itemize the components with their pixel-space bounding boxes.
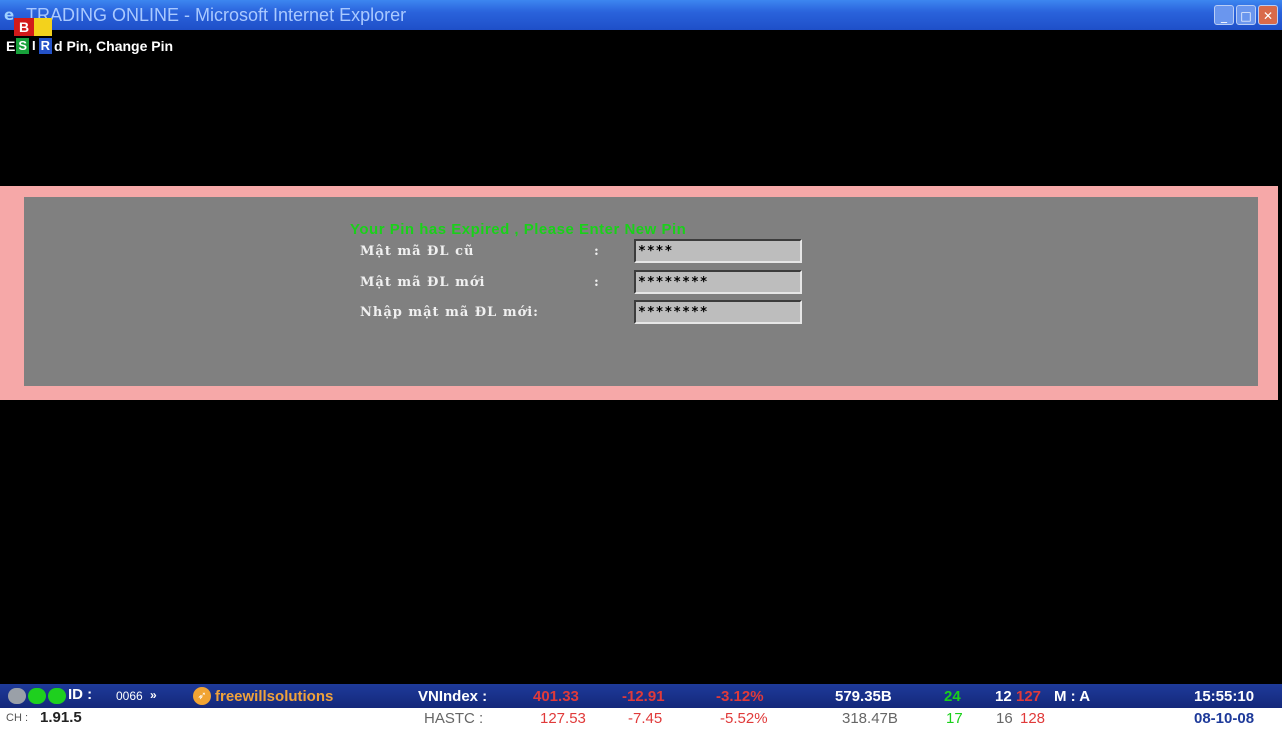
menu-bar: E S I R d Pin, Change Pin [0, 36, 173, 56]
ch-version: 1.91.5 [40, 709, 82, 726]
id-value: 0066 [116, 689, 143, 703]
market-date: 08-10-08 [1194, 710, 1255, 727]
vnindex-value: 401.33 [533, 688, 579, 705]
status-light-icon [8, 688, 26, 704]
id-more-link[interactable]: » [150, 688, 157, 702]
id-label: ID : [68, 686, 93, 703]
vnindex-change: -12.91 [622, 688, 665, 705]
brand-name: freewillsolutions [215, 687, 334, 705]
freewill-logo-icon: ➶ [193, 687, 211, 705]
vnindex-volume: 579.35B [835, 688, 892, 705]
new-pin-row: Mật mã ĐL mới : [360, 267, 802, 297]
window-title-bar: e TRADING ONLINE - Microsoft Internet Ex… [0, 0, 1282, 30]
market-mode: M : A [1054, 688, 1091, 705]
pin-dialog-frame: Your Pin has Expired , Please Enter New … [0, 186, 1278, 400]
status-light-icon [48, 688, 66, 704]
clock-time: 15:55:10 [1194, 688, 1255, 705]
hastc-down-count: 128 [1020, 710, 1046, 727]
hastc-change: -7.45 [628, 710, 663, 727]
old-pin-input[interactable] [634, 239, 802, 263]
hastc-label: HASTC : [424, 710, 484, 727]
hastc-unchanged-count: 16 [996, 710, 1013, 727]
confirm-pin-label: Nhập mật mã ĐL mới: [360, 304, 539, 320]
menu-tag-i[interactable]: I [30, 38, 38, 54]
old-pin-colon: : [594, 243, 599, 259]
freewill-logo: ➶ freewillsolutions [193, 687, 333, 705]
window-controls: _ □ ✕ [1214, 5, 1278, 25]
menu-tag-s[interactable]: S [16, 38, 30, 54]
menu-tag-r[interactable]: R [38, 38, 53, 54]
menu-prefix: E [6, 38, 16, 54]
vnindex-down-count: 127 [1016, 688, 1042, 705]
secondary-status-bar: CH : 1.91.5 HASTC : 127.53 -7.45 -5.52% … [0, 708, 1282, 730]
old-pin-row: Mật mã ĐL cũ : [360, 236, 802, 266]
menu-breadcrumb: d Pin, Change Pin [54, 38, 174, 54]
old-pin-label: Mật mã ĐL cũ [360, 243, 475, 259]
vnindex-label: VNIndex : [418, 688, 488, 705]
hastc-value: 127.53 [540, 710, 586, 727]
window-title: TRADING ONLINE - Microsoft Internet Expl… [26, 4, 407, 25]
confirm-pin-input[interactable] [634, 300, 802, 324]
connection-indicator [8, 688, 66, 704]
market-status-bar: ID : 0066 » ➶ freewillsolutions VNIndex … [0, 684, 1282, 708]
close-button[interactable]: ✕ [1258, 5, 1278, 25]
status-light-icon [28, 688, 46, 704]
ch-label: CH : [6, 712, 28, 724]
new-pin-label: Mật mã ĐL mới [360, 274, 486, 290]
confirm-pin-row: Nhập mật mã ĐL mới: [360, 297, 802, 327]
menu-tag-b[interactable]: B [14, 18, 34, 36]
vnindex-up-count: 24 [944, 688, 961, 705]
minimize-button[interactable]: _ [1214, 5, 1234, 25]
maximize-button[interactable]: □ [1236, 5, 1256, 25]
hastc-volume: 318.47B [842, 710, 898, 727]
yellow-block-icon [34, 18, 52, 36]
vnindex-percent: -3.12% [716, 688, 764, 705]
hastc-percent: -5.52% [720, 710, 768, 727]
vnindex-unchanged-count: 12 [995, 688, 1012, 705]
pin-dialog-panel: Your Pin has Expired , Please Enter New … [24, 197, 1258, 386]
hastc-up-count: 17 [946, 710, 963, 727]
new-pin-colon: : [594, 274, 599, 290]
new-pin-input[interactable] [634, 270, 802, 294]
